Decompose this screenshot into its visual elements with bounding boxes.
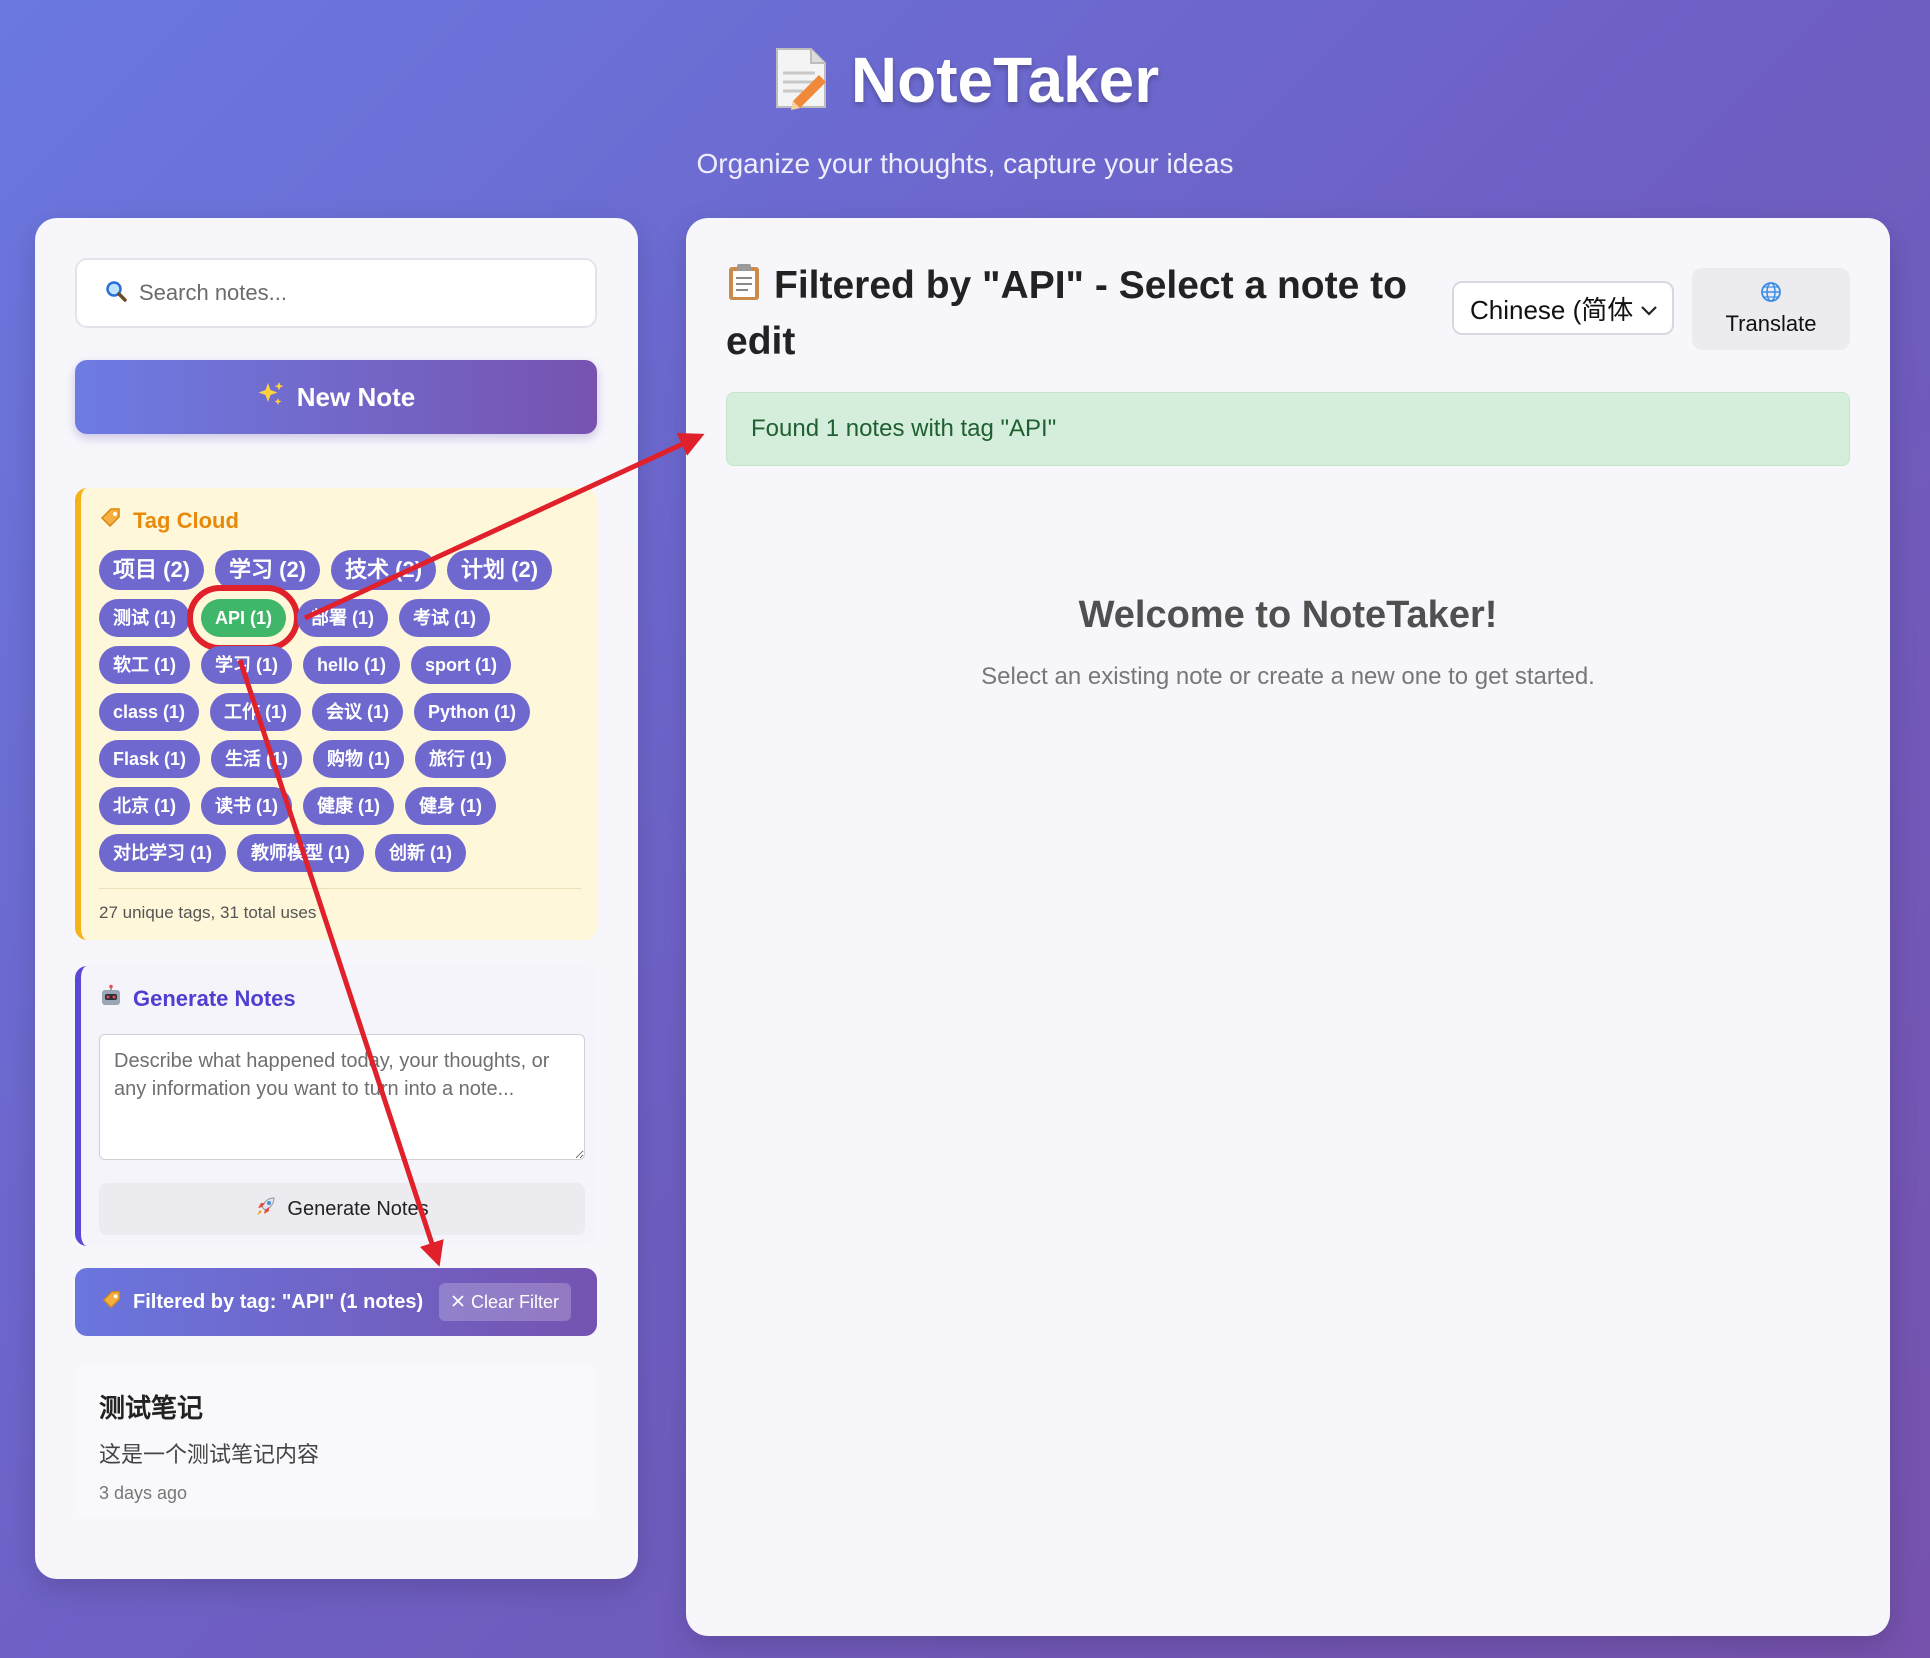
globe-icon [1760,281,1782,309]
divider [99,888,581,889]
tag-chip[interactable]: 旅行 (1) [415,740,507,778]
tag-chip[interactable]: 考试 (1) [399,599,491,637]
note-title: 测试笔记 [99,1393,204,1423]
tag-chip[interactable]: Flask (1) [99,740,201,778]
new-note-button[interactable]: New Note [75,360,597,434]
filter-text: Filtered by tag: "API" (1 notes) [133,1290,424,1313]
tag-chip[interactable]: 生活 (1) [211,740,303,778]
tag-chip[interactable]: 教师模型 (1) [237,834,364,872]
tag-chip[interactable]: 软工 (1) [99,646,190,684]
app-title: NoteTaker [850,44,1160,116]
tag-chip-active[interactable]: API (1) [186,585,301,651]
tag-chip[interactable]: 测试 (1) [99,599,190,637]
app-header: NoteTaker Organize your thoughts, captur… [0,40,1930,180]
tag-cloud-title: Tag Cloud [133,508,239,533]
sidebar-panel: New Note Tag Cloud 项目 (2)学习 (2)技术 (2)计划 … [35,218,638,1579]
tag-chip[interactable]: 健身 (1) [405,787,496,825]
clear-filter-label: Clear Filter [470,1291,559,1312]
tag-chip[interactable]: 购物 (1) [313,740,405,778]
tag-chip[interactable]: 会议 (1) [312,693,404,731]
tag-chip[interactable]: 部署 (1) [297,599,389,637]
translate-button[interactable]: Translate [1692,268,1850,350]
tag-list: 项目 (2) 学习 (2) 技术 (2) 计划 (2) 测试 (1) API (1) 部署 … [99,550,589,872]
tag-chip[interactable]: 学习 (1) [201,646,292,684]
generate-notes-header: Generate Notes [99,984,581,1014]
tag-chip[interactable]: 项目 (2) [99,550,205,590]
tag-chip[interactable]: 学习 (2) [215,550,321,590]
new-note-label: New Note [296,381,416,412]
note-timestamp: 3 days ago [99,1483,188,1503]
tag-chip[interactable]: 工作 (1) [210,693,302,731]
language-select[interactable]: Chinese (简体 [1452,281,1674,335]
language-value: Chinese (简体 [1470,294,1634,325]
chevron-down-icon [1640,293,1658,324]
search-icon [105,280,127,307]
memo-icon [771,45,829,116]
generate-notes-section: Generate Notes Generate Notes [75,966,597,1246]
tag-chip[interactable]: sport (1) [411,646,512,684]
tag-chip[interactable]: class (1) [99,693,200,731]
clear-filter-button[interactable]: Clear Filter [438,1283,571,1321]
generate-notes-title: Generate Notes [133,986,296,1011]
clipboard-icon [726,262,762,316]
note-list-item[interactable]: 测试笔记 这是一个测试笔记内容 3 days ago [75,1366,597,1518]
app-subtitle: Organize your thoughts, capture your ide… [696,148,1234,179]
found-notes-banner: Found 1 notes with tag "API" [726,392,1850,466]
welcome-title: Welcome to NoteTaker! [1078,594,1498,636]
tag-chip[interactable]: 技术 (2) [331,550,437,590]
sparkles-icon [257,380,285,415]
editor-panel: Filtered by "API" - Select a note to edi… [686,218,1890,1636]
robot-icon [99,984,123,1014]
tag-cloud: Tag Cloud 项目 (2) 学习 (2) 技术 (2) 计划 (2) 测试 (1)… [75,488,597,940]
tag-chip[interactable]: 创新 (1) [375,834,466,872]
translate-label: Translate [1725,311,1817,336]
tag-chip[interactable]: hello (1) [303,646,401,684]
label-tag-icon [99,506,123,536]
welcome-message: Welcome to NoteTaker! Select an existing… [726,594,1850,691]
tag-chip[interactable]: Python (1) [414,693,531,731]
tag-chip[interactable]: 计划 (2) [447,550,553,590]
search-box[interactable] [75,258,597,328]
active-filter-bar: Filtered by tag: "API" (1 notes) Clear F… [75,1268,597,1336]
tag-chip[interactable]: 北京 (1) [99,787,190,825]
generate-notes-button-label: Generate Notes [287,1197,429,1220]
title-row: NoteTaker [0,40,1930,120]
editor-header: Filtered by "API" - Select a note to edi… [726,260,1426,368]
welcome-text: Select an existing note or create a new … [981,663,1595,690]
generate-notes-input[interactable] [99,1034,585,1160]
tag-chip[interactable]: 对比学习 (1) [99,834,226,872]
tag-chip[interactable]: 读书 (1) [201,787,292,825]
search-input[interactable] [139,280,567,306]
note-preview: 这是一个测试笔记内容 [99,1442,320,1467]
label-tag-icon [101,1289,123,1316]
tag-cloud-stats: 27 unique tags, 31 total uses [99,903,317,922]
rocket-icon [255,1195,277,1223]
tag-chip[interactable]: 健康 (1) [303,787,394,825]
generate-notes-button[interactable]: Generate Notes [99,1183,585,1235]
close-icon [451,1292,465,1313]
editor-title: Filtered by "API" - Select a note to edi… [726,264,1407,363]
tag-cloud-header: Tag Cloud [99,506,581,536]
